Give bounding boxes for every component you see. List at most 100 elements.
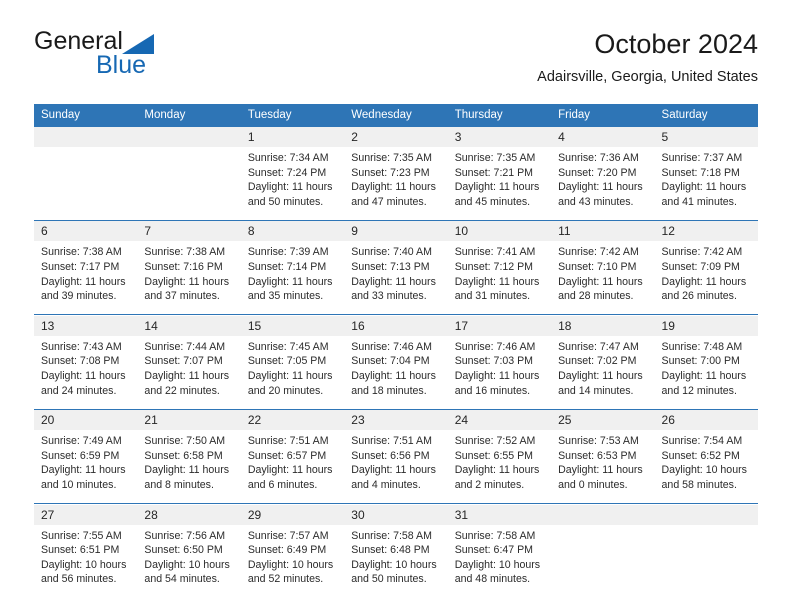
daylight-line-1: Daylight: 11 hours [558,275,643,288]
daylight-line-2: and 2 minutes. [454,478,525,491]
sunrise-line: Sunrise: 7:39 AM [247,246,329,259]
day-cell-number[interactable]: 5 [654,127,758,147]
sunrise-line: Sunrise: 7:53 AM [558,435,639,448]
day-cell-number[interactable]: 22 [240,410,345,431]
day-cell-number[interactable]: 4 [551,127,655,147]
weekday-header-wednesday: Wednesday [344,104,448,127]
day-cell-number[interactable]: 2 [344,127,448,147]
daylight-line-1: Daylight: 10 hours [247,558,334,571]
weekday-header-tuesday: Tuesday [240,104,345,127]
day-cell-number[interactable]: 10 [447,221,552,242]
day-cell-number[interactable]: 1 [240,127,345,147]
day-cell-detail: Sunrise: 7:51 AM Sunset: 6:56 PM Dayligh… [344,430,448,503]
day-cell-detail: Sunrise: 7:56 AM Sunset: 6:50 PM Dayligh… [137,524,241,597]
day-cell-number[interactable]: 6 [34,221,138,242]
day-cell-number[interactable] [551,504,655,525]
day-cell-number[interactable]: 18 [551,315,655,336]
daylight-line-2: and 18 minutes. [351,384,427,397]
sunrise-line: Sunrise: 7:36 AM [558,152,639,164]
day-cell-detail: Sunrise: 7:48 AM Sunset: 7:00 PM Dayligh… [654,335,758,409]
day-cell-number[interactable]: 17 [447,315,552,336]
day-cell-detail [137,147,241,220]
day-cell-number[interactable]: 8 [240,221,345,242]
daylight-line-2: and 14 minutes. [558,384,634,397]
day-cell-number[interactable]: 21 [137,410,241,431]
daylight-line-2: and 37 minutes. [144,290,220,303]
page-header: General Blue October 2024 Adairsville, G… [34,28,758,94]
sunrise-line: Sunrise: 7:46 AM [454,340,536,353]
daylight-line-1: Daylight: 11 hours [351,181,436,194]
day-cell-number[interactable]: 26 [654,410,758,431]
day-cell-detail: Sunrise: 7:54 AM Sunset: 6:52 PM Dayligh… [654,430,758,503]
daylight-line-2: and 10 minutes. [41,478,117,491]
sunrise-line: Sunrise: 7:45 AM [247,340,329,353]
sunset-line: Sunset: 7:09 PM [661,260,740,273]
day-cell-number[interactable]: 27 [34,504,138,525]
day-cell-number[interactable]: 11 [551,221,655,242]
day-cell-number[interactable]: 12 [654,221,758,242]
week-1-detail-row: Sunrise: 7:34 AM Sunset: 7:24 PM Dayligh… [34,147,758,220]
daylight-line-2: and 50 minutes. [351,573,427,586]
day-cell-number[interactable]: 28 [137,504,241,525]
day-cell-number[interactable]: 3 [447,127,552,147]
daylight-line-2: and 8 minutes. [144,478,214,491]
day-cell-number[interactable]: 7 [137,221,241,242]
daylight-line-2: and 50 minutes. [247,195,324,208]
day-cell-number[interactable]: 31 [447,504,552,525]
day-cell-number[interactable]: 30 [344,504,448,525]
daylight-line-1: Daylight: 11 hours [144,275,230,288]
day-cell-number[interactable] [34,127,138,147]
daylight-line-1: Daylight: 11 hours [41,369,126,382]
day-cell-detail: Sunrise: 7:50 AM Sunset: 6:58 PM Dayligh… [137,430,241,503]
week-3-daynumber-row: 13 14 15 16 17 18 19 [34,315,758,336]
day-cell-number[interactable]: 25 [551,410,655,431]
sunrise-line: Sunrise: 7:51 AM [351,435,432,448]
daylight-line-2: and 16 minutes. [454,384,531,397]
day-cell-detail: Sunrise: 7:51 AM Sunset: 6:57 PM Dayligh… [240,430,345,503]
sunset-line: Sunset: 7:10 PM [558,260,637,273]
day-cell-number[interactable]: 23 [344,410,448,431]
logo-text-blue: Blue [96,51,147,79]
daylight-line-2: and 4 minutes. [351,478,421,491]
daylight-line-2: and 43 minutes. [558,195,634,208]
daylight-line-1: Daylight: 11 hours [661,181,747,194]
daylight-line-2: and 48 minutes. [454,573,531,586]
day-cell-number[interactable]: 9 [344,221,448,242]
weekday-header-monday: Monday [137,104,241,127]
day-cell-detail: Sunrise: 7:43 AM Sunset: 7:08 PM Dayligh… [34,335,138,409]
sunset-line: Sunset: 6:49 PM [247,544,327,557]
day-cell-number[interactable] [654,504,758,525]
sunset-line: Sunset: 7:02 PM [558,355,637,368]
day-cell-detail: Sunrise: 7:42 AM Sunset: 7:10 PM Dayligh… [551,241,655,314]
day-cell-number[interactable]: 24 [447,410,552,431]
daylight-line-1: Daylight: 11 hours [661,369,747,382]
daylight-line-2: and 31 minutes. [454,290,531,303]
daylight-line-1: Daylight: 10 hours [41,558,127,571]
daylight-line-2: and 54 minutes. [144,573,220,586]
daylight-line-1: Daylight: 11 hours [454,464,540,477]
day-cell-number[interactable]: 14 [137,315,241,336]
sunrise-line: Sunrise: 7:46 AM [351,340,432,353]
day-cell-number[interactable]: 15 [240,315,345,336]
daylight-line-1: Daylight: 11 hours [454,275,540,288]
day-cell-number[interactable]: 20 [34,410,138,431]
sunset-line: Sunset: 7:05 PM [247,355,327,368]
daylight-line-2: and 56 minutes. [41,573,117,586]
weekday-header-row: Sunday Monday Tuesday Wednesday Thursday… [34,104,758,127]
sunrise-line: Sunrise: 7:58 AM [351,529,432,542]
day-cell-detail: Sunrise: 7:47 AM Sunset: 7:02 PM Dayligh… [551,335,655,409]
week-1-daynumber-row: 1 2 3 4 5 [34,127,758,147]
day-cell-number[interactable]: 19 [654,315,758,336]
day-cell-number[interactable] [137,127,241,147]
sunrise-line: Sunrise: 7:43 AM [41,340,122,353]
sunset-line: Sunset: 7:23 PM [351,166,430,179]
day-cell-number[interactable]: 13 [34,315,138,336]
day-cell-number[interactable]: 29 [240,504,345,525]
day-cell-detail: Sunrise: 7:58 AM Sunset: 6:47 PM Dayligh… [447,524,552,597]
daylight-line-1: Daylight: 11 hours [558,464,643,477]
daylight-line-1: Daylight: 11 hours [247,464,333,477]
day-cell-number[interactable]: 16 [344,315,448,336]
daylight-line-1: Daylight: 11 hours [558,369,643,382]
sunrise-line: Sunrise: 7:37 AM [661,152,743,164]
day-cell-detail: Sunrise: 7:37 AM Sunset: 7:18 PM Dayligh… [654,147,758,220]
